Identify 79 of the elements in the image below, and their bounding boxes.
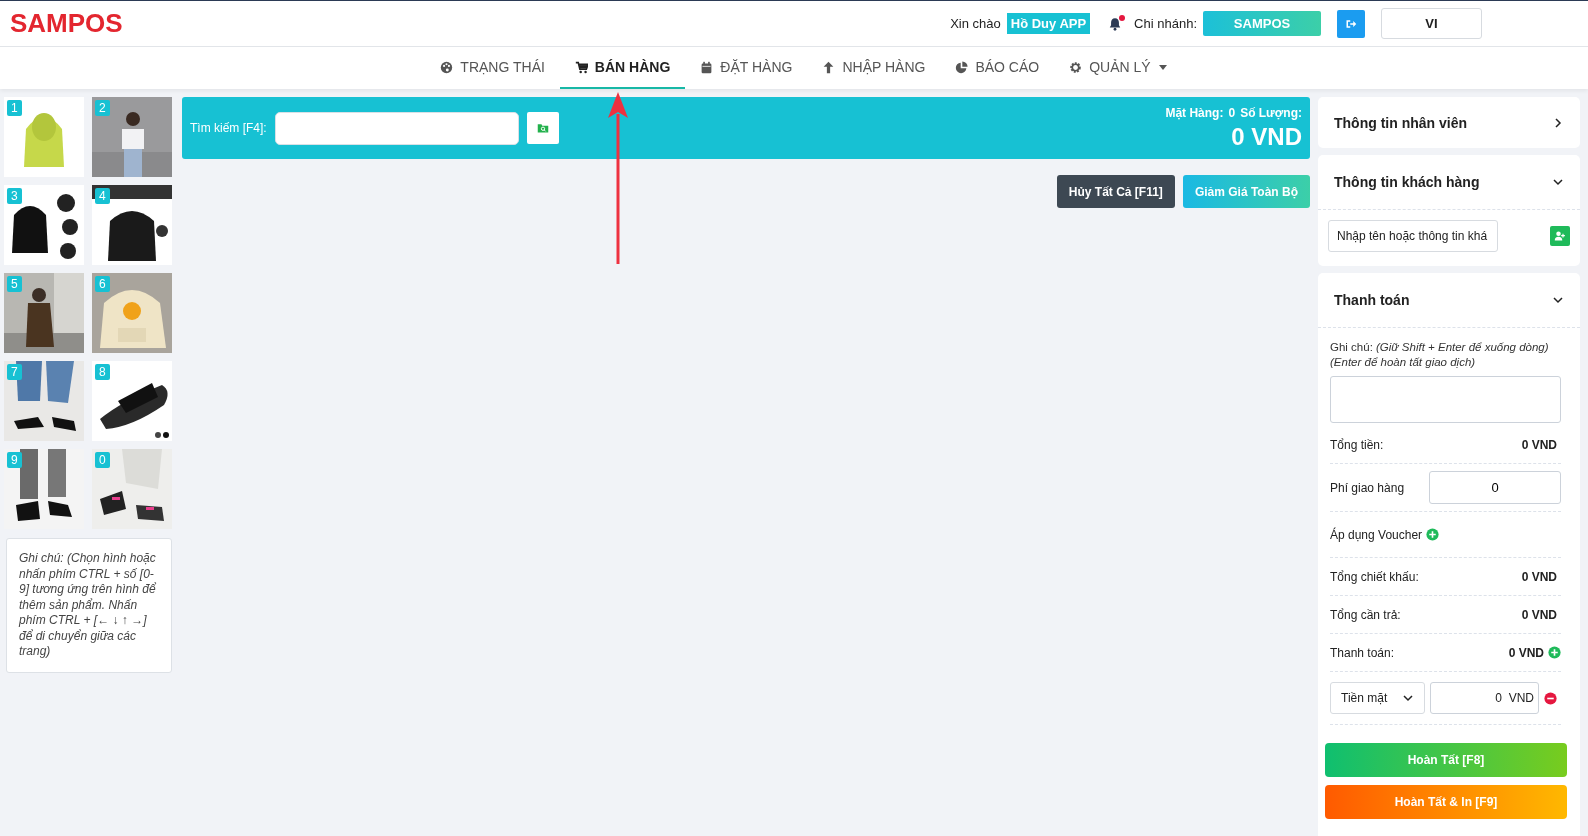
row-value: 0 VND xyxy=(1521,569,1557,584)
nav-tab[interactable]: QUẢN LÝ xyxy=(1054,47,1183,89)
bell-icon[interactable] xyxy=(1108,16,1123,31)
add-payment-icon[interactable] xyxy=(1548,646,1561,659)
nav-tab[interactable]: BÁN HÀNG xyxy=(559,47,686,89)
shortcut-key: 5 xyxy=(7,276,22,292)
complete-print-button[interactable]: Hoàn Tất & In [F9] xyxy=(1325,785,1567,819)
add-customer-button[interactable] xyxy=(1550,226,1570,246)
shortcut-key: 6 xyxy=(95,276,110,292)
chevron-down-icon xyxy=(1402,692,1414,704)
row-label: Tổng tiền: xyxy=(1330,437,1384,452)
nav-tab[interactable]: TRẠNG THÁI xyxy=(425,47,560,89)
note-label: Ghi chú: (Giữ Shift + Enter để xuống dòng) (Enter để hoàn tất giao dịch) xyxy=(1330,340,1550,370)
language-button[interactable]: VI xyxy=(1381,8,1482,39)
product-tile[interactable]: 8 xyxy=(92,361,172,441)
row-label: Thanh toán: xyxy=(1330,645,1395,660)
shipping-fee-field[interactable]: 0 xyxy=(1429,471,1561,504)
shortcut-key: 7 xyxy=(7,364,22,380)
shortcut-key: 3 xyxy=(7,188,22,204)
nav-tab[interactable]: NHẬP HÀNG xyxy=(807,47,941,89)
amount-field[interactable]: 0 VND xyxy=(1430,682,1539,714)
remove-icon[interactable] xyxy=(1544,691,1557,705)
row-value: 0 VND xyxy=(1521,607,1557,622)
search-field[interactable] xyxy=(274,111,519,145)
order-total: 0 VND xyxy=(1230,122,1302,151)
row-label: Tổng chiết khấu: xyxy=(1330,569,1419,584)
product-tile[interactable]: 7 xyxy=(4,361,84,441)
hint-note: Ghi chú: (Chọn hình hoặc nhấn phím CTRL + số [0-9] tương ứng trên hình để thêm sản phẩm. Nhấn phím CTRL + [← ↓ ↑ →] để di chuyển giữa các trang) xyxy=(6,538,172,673)
discount-all-button[interactable]: Giảm Giá Toàn Bộ xyxy=(1182,175,1310,208)
app-logo: SAMPOS xyxy=(10,8,123,39)
greeting-label: Xin chào xyxy=(950,16,1001,31)
nav-tab[interactable]: BÁO CÁO xyxy=(940,47,1055,89)
add-voucher-icon[interactable] xyxy=(1426,528,1440,541)
pie-chart-icon xyxy=(955,60,969,74)
branch-label: Chi nhánh: xyxy=(1134,16,1197,31)
cancel-all-button[interactable]: Hủy Tất Cả [F11] xyxy=(1056,175,1175,208)
row-value: 0 VND xyxy=(1508,645,1544,660)
settings-icon xyxy=(1069,60,1083,74)
panel-title: Thanh toán xyxy=(1334,292,1410,308)
quantity-label: Số Lượng: xyxy=(1240,105,1302,120)
shortcut-key: 1 xyxy=(7,100,22,116)
shortcut-key: 2 xyxy=(95,100,110,116)
product-tile[interactable]: 9 xyxy=(4,449,84,529)
note-field[interactable] xyxy=(1330,376,1561,423)
logout-icon xyxy=(1345,17,1357,30)
cart-icon xyxy=(574,60,588,74)
chevron-down-icon[interactable] xyxy=(1552,176,1564,188)
user-plus-icon xyxy=(1554,230,1566,242)
product-tile[interactable]: 5 xyxy=(4,273,84,353)
branch-button[interactable]: SAMPOS xyxy=(1203,11,1321,36)
items-count: 0 xyxy=(1228,105,1236,120)
chevron-right-icon[interactable] xyxy=(1552,116,1564,129)
calendar-icon xyxy=(700,60,714,74)
row-label: Phí giao hàng xyxy=(1330,480,1405,495)
user-name: Hồ Duy APP xyxy=(1006,13,1091,34)
complete-button[interactable]: Hoàn Tất [F8] xyxy=(1325,743,1567,777)
search-icon xyxy=(536,122,549,134)
payment-method-select[interactable]: Tiền mặt xyxy=(1330,682,1425,714)
row-value: 0 VND xyxy=(1521,437,1557,452)
palette-icon xyxy=(440,60,454,74)
search-label: Tìm kiếm [F4]: xyxy=(190,121,267,135)
customer-field[interactable]: Nhập tên hoặc thông tin khá xyxy=(1328,220,1498,252)
search-button[interactable] xyxy=(526,112,559,144)
row-label: Áp dụng Voucher xyxy=(1330,527,1423,542)
arrow-up-icon xyxy=(822,60,836,74)
shortcut-key: 8 xyxy=(95,364,110,380)
panel-title: Thông tin nhân viên xyxy=(1334,114,1467,131)
row-label: Tổng cần trả: xyxy=(1330,607,1401,622)
shortcut-key: 0 xyxy=(95,452,110,468)
panel-title: Thông tin khách hàng xyxy=(1334,174,1480,190)
shortcut-key: 9 xyxy=(7,452,22,468)
shortcut-key: 4 xyxy=(95,188,110,204)
product-tile[interactable]: 6 xyxy=(92,273,172,353)
product-tile[interactable]: 0 xyxy=(92,449,172,529)
items-label: Mặt Hàng: xyxy=(1165,105,1224,120)
chevron-down-icon[interactable] xyxy=(1552,294,1564,306)
logout-button[interactable] xyxy=(1337,9,1365,38)
nav-tab[interactable]: ĐẶT HÀNG xyxy=(685,47,808,89)
product-tile[interactable]: 2 xyxy=(92,97,172,177)
